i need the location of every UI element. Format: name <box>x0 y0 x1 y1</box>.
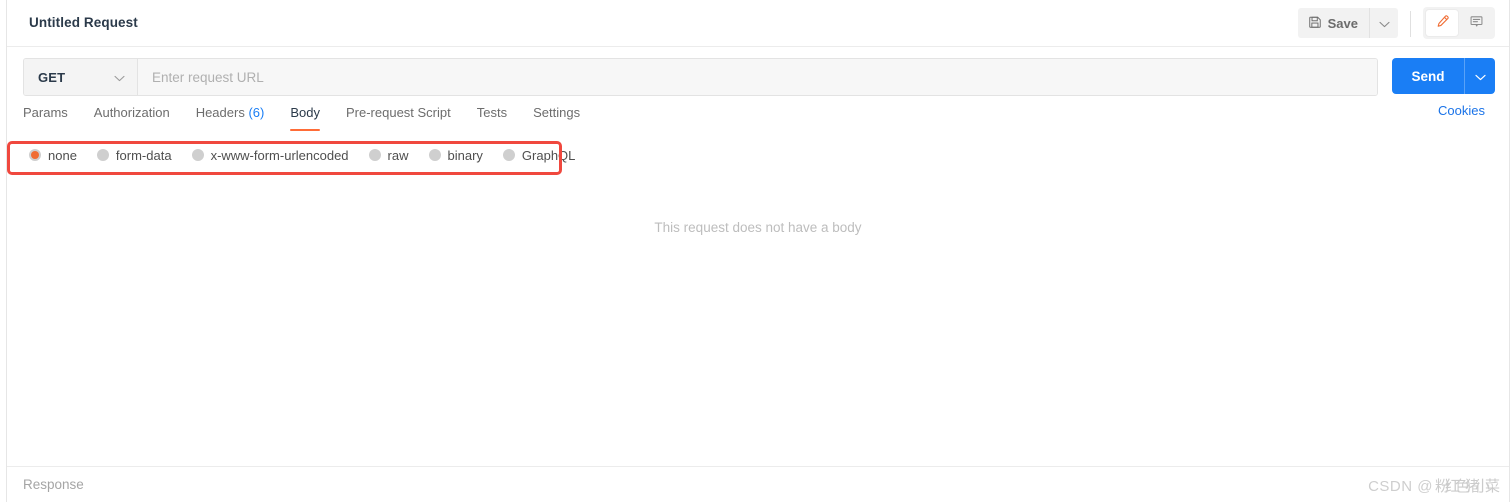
request-body-area: This request does not have a body <box>7 175 1509 460</box>
comment-icon <box>1469 14 1484 32</box>
body-type-label: form-data <box>115 147 172 163</box>
watermark-username: 粉红色猪小菜 <box>1434 478 1500 495</box>
tab-label: Params <box>23 105 68 120</box>
body-type-label: GraphQL <box>521 147 576 163</box>
radio-icon <box>502 149 515 161</box>
save-options-button[interactable] <box>1369 8 1398 38</box>
save-button-label: Save <box>1327 15 1358 31</box>
request-pane: Untitled Request Save GET Enter request … <box>6 0 1510 502</box>
send-button[interactable]: Send <box>1392 58 1464 94</box>
tab-settings[interactable]: Settings <box>520 103 593 131</box>
view-mode-group <box>1423 7 1495 39</box>
chevron-down-icon <box>114 70 125 85</box>
chevron-down-icon <box>1474 69 1486 84</box>
comments-button[interactable] <box>1460 10 1492 36</box>
empty-body-message: This request does not have a body <box>654 220 862 235</box>
tab-headers-count: (6) <box>248 105 265 120</box>
tab-label: Settings <box>533 105 581 120</box>
pencil-icon <box>1435 14 1450 32</box>
response-label: Response <box>23 477 84 492</box>
tab-label: Authorization <box>93 105 170 120</box>
send-button-group: Send <box>1392 58 1495 94</box>
chevron-down-icon <box>1378 16 1390 31</box>
body-type-binary[interactable]: binary <box>428 147 483 163</box>
radio-icon <box>368 149 381 161</box>
request-header: Untitled Request Save <box>7 0 1509 47</box>
url-box: GET <box>23 58 1378 96</box>
floppy-disk-icon <box>1308 15 1322 32</box>
tab-body[interactable]: Body <box>277 103 333 131</box>
postman-request-window: Untitled Request Save GET Enter request … <box>0 0 1510 502</box>
header-divider <box>1410 11 1411 37</box>
tab-headers[interactable]: Headers (6) <box>183 103 278 131</box>
body-type-radio-group: none form-data x-www-form-urlencoded raw… <box>7 135 1509 175</box>
send-options-button[interactable] <box>1464 58 1495 94</box>
csdn-watermark: CSDN @ 粉红色猪小菜 <box>1368 475 1500 496</box>
cookies-link[interactable]: Cookies <box>1438 103 1485 118</box>
body-type-none[interactable]: none <box>29 148 77 163</box>
request-url-input[interactable] <box>138 59 1377 95</box>
save-button[interactable]: Save <box>1298 8 1369 38</box>
body-type-label: binary <box>447 147 483 163</box>
radio-icon <box>191 149 204 161</box>
radio-icon <box>96 149 109 161</box>
body-type-label: raw <box>387 147 409 163</box>
tab-authorization[interactable]: Authorization <box>81 103 183 131</box>
tab-params[interactable]: Params <box>23 103 81 131</box>
body-type-label: none <box>48 147 77 163</box>
radio-icon <box>29 149 41 161</box>
tab-label: Tests <box>476 105 508 120</box>
edit-mode-button[interactable] <box>1426 10 1458 36</box>
request-tabs: Params Authorization Headers (6) Body Pr… <box>7 103 1509 135</box>
tab-label: Headers <box>195 105 245 120</box>
save-button-group: Save <box>1297 8 1398 38</box>
body-type-x-www-form-urlencoded[interactable]: x-www-form-urlencoded <box>191 147 349 163</box>
tab-label: Pre-request Script <box>345 105 451 120</box>
header-actions: Save <box>1297 7 1495 39</box>
body-type-raw[interactable]: raw <box>368 147 409 163</box>
watermark-prefix: CSDN @ <box>1368 478 1433 495</box>
body-type-graphql[interactable]: GraphQL <box>502 147 576 163</box>
tab-label: Body <box>290 105 320 120</box>
tab-pre-request-script[interactable]: Pre-request Script <box>333 103 464 131</box>
request-url-row: GET Send <box>7 47 1509 103</box>
http-method-label: GET <box>38 69 66 85</box>
page-title: Untitled Request <box>29 15 138 30</box>
tab-tests[interactable]: Tests <box>464 103 520 131</box>
body-type-label: x-www-form-urlencoded <box>210 147 349 163</box>
body-type-form-data[interactable]: form-data <box>96 147 172 163</box>
response-pane: Response CSDN @ 粉红色猪小菜 <box>7 466 1509 502</box>
http-method-select[interactable]: GET <box>24 59 138 95</box>
radio-icon <box>428 149 441 161</box>
